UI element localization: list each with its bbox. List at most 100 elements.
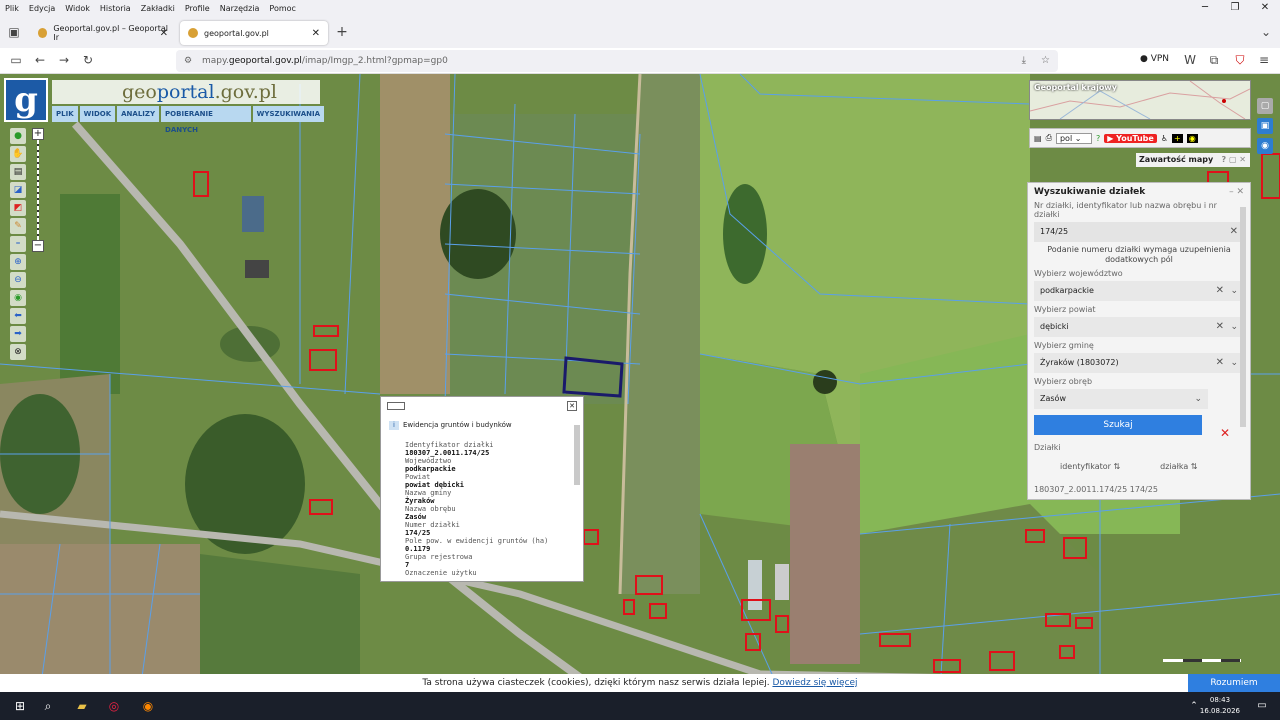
popup-minimize-icon[interactable] bbox=[387, 402, 405, 410]
geoportal-logo[interactable]: g geoportal.gov.pl PLIK WIDOK ANALIZY PO… bbox=[4, 78, 324, 134]
precinct-select[interactable]: Zasów ⌄ bbox=[1034, 389, 1208, 409]
map-viewport[interactable]: g geoportal.gov.pl PLIK WIDOK ANALIZY PO… bbox=[0, 74, 1280, 692]
zoom-slider[interactable]: + − bbox=[32, 128, 44, 258]
next-view-icon[interactable]: ➡ bbox=[10, 326, 26, 342]
site-info-icon[interactable]: ⚙ bbox=[184, 50, 192, 72]
side-eye-icon[interactable]: ◉ bbox=[1257, 138, 1273, 154]
chevron-down-icon[interactable]: ⌄ bbox=[1230, 317, 1238, 337]
voivodeship-select[interactable]: podkarpackie ✕ ⌄ bbox=[1034, 281, 1244, 301]
vpn-button[interactable]: ● VPN bbox=[1140, 54, 1169, 64]
menu-widok[interactable]: Widok bbox=[60, 4, 95, 13]
back-icon[interactable]: ← bbox=[32, 52, 48, 68]
menu-profile[interactable]: Profile bbox=[180, 4, 215, 13]
cookie-learn-more-link[interactable]: Dowiedz się więcej bbox=[772, 678, 857, 688]
side-button-2-icon[interactable]: ▣ bbox=[1257, 118, 1273, 134]
extensions-icon[interactable]: ⧉ bbox=[1206, 52, 1222, 68]
map-content-button[interactable]: Zawartość mapy ? ▢ ✕ bbox=[1136, 153, 1250, 167]
clear-commune-icon[interactable]: ✕ bbox=[1216, 353, 1224, 373]
bookmark-star-icon[interactable]: ☆ bbox=[1041, 50, 1050, 72]
zoom-track[interactable] bbox=[37, 140, 39, 240]
popup-close-icon[interactable]: ✕ bbox=[567, 401, 577, 411]
menu-narzedzia[interactable]: Narzędzia bbox=[215, 4, 265, 13]
menu-historia[interactable]: Historia bbox=[95, 4, 136, 13]
app-menu-icon[interactable]: ≡ bbox=[1256, 52, 1272, 68]
close-window-icon[interactable]: ✕ bbox=[1250, 0, 1280, 16]
full-extent-icon[interactable]: ⊗ bbox=[10, 344, 26, 360]
info-tool-icon[interactable]: ● bbox=[10, 128, 26, 144]
search-button[interactable]: Szukaj bbox=[1034, 415, 1202, 435]
url-bar[interactable]: ⚙ mapy.geoportal.gov.pl/imap/Imgp_2.html… bbox=[176, 50, 1058, 72]
cookie-accept-button[interactable]: Rozumiem bbox=[1188, 674, 1280, 692]
zoom-minus-icon[interactable]: − bbox=[32, 240, 44, 252]
chevron-down-icon[interactable]: ⌄ bbox=[1230, 353, 1238, 373]
restore-icon[interactable]: ❐ bbox=[1220, 0, 1250, 16]
search-icon[interactable]: ⌕ bbox=[38, 696, 58, 716]
search-panel-controls-icon[interactable]: – ✕ bbox=[1229, 187, 1244, 197]
accessibility-icon[interactable]: ♿ bbox=[1161, 134, 1168, 143]
menu-edycja[interactable]: Edycja bbox=[24, 4, 60, 13]
ruler-icon[interactable]: ═ bbox=[10, 236, 26, 252]
chevron-down-icon[interactable]: ⌄ bbox=[1194, 389, 1202, 409]
install-icon[interactable]: ⤓ bbox=[1022, 50, 1026, 72]
menu-zakladki[interactable]: Zakładki bbox=[136, 4, 180, 13]
menu-plik[interactable]: Plik bbox=[0, 4, 24, 13]
pan-hand-icon[interactable]: ✋ bbox=[10, 146, 26, 162]
close-tab-icon[interactable]: ✕ bbox=[312, 28, 320, 39]
zoom-plus-icon[interactable]: + bbox=[32, 128, 44, 140]
high-contrast-eye-icon[interactable]: ◉ bbox=[1186, 133, 1198, 143]
column-identifier[interactable]: identyfikator ⇅ bbox=[1060, 462, 1120, 471]
app-menu-wyszukiwania[interactable]: WYSZUKIWANIA bbox=[252, 106, 324, 122]
legend-icon[interactable]: ▤ bbox=[1034, 134, 1042, 143]
tab-geoportal-ir[interactable]: Geoportal.gov.pl – Geoportal Ir ✕ bbox=[30, 21, 176, 45]
app-menu-plik[interactable]: PLIK bbox=[52, 106, 78, 122]
chrome-icon[interactable]: ◎ bbox=[104, 696, 124, 716]
app-menu-pobieranie[interactable]: POBIERANIE DANYCH bbox=[161, 106, 251, 134]
overview-map[interactable]: Geoportal krajowy bbox=[1029, 80, 1251, 120]
measure-area-icon[interactable]: ◩ bbox=[10, 200, 26, 216]
result-row[interactable]: 180307_2.0011.174/25 174/25 bbox=[1034, 485, 1244, 494]
content-controls-icon[interactable]: ? ▢ ✕ bbox=[1222, 153, 1246, 167]
zoom-in-icon[interactable]: ⊕ bbox=[10, 254, 26, 270]
contrast-icon[interactable]: + bbox=[1172, 133, 1183, 143]
column-parcel[interactable]: działka ⇅ bbox=[1160, 462, 1197, 471]
tab-geoportal[interactable]: geoportal.gov.pl ✕ bbox=[180, 21, 328, 45]
select-icon[interactable]: ◪ bbox=[10, 182, 26, 198]
print-icon[interactable]: ⎙ bbox=[1046, 133, 1052, 143]
draw-pencil-icon[interactable]: ✎ bbox=[10, 218, 26, 234]
windows-start-icon[interactable]: ⊞ bbox=[10, 696, 30, 716]
firefox-icon[interactable]: ◉ bbox=[138, 696, 158, 716]
help-icon[interactable]: ? bbox=[1096, 134, 1100, 143]
shield-icon[interactable]: ⛉ bbox=[1232, 52, 1248, 68]
menu-pomoc[interactable]: Pomoc bbox=[264, 4, 301, 13]
clear-voivodeship-icon[interactable]: ✕ bbox=[1216, 281, 1224, 301]
clear-input-icon[interactable]: ✕ bbox=[1230, 222, 1238, 242]
previous-view-icon[interactable]: ⬅ bbox=[10, 308, 26, 324]
extension-w-icon[interactable]: W bbox=[1182, 52, 1198, 68]
zoom-out-icon[interactable]: ⊖ bbox=[10, 272, 26, 288]
reset-search-icon[interactable]: ✕ bbox=[1220, 426, 1230, 440]
language-select[interactable]: pol ⌄ bbox=[1055, 132, 1092, 144]
app-menu-analizy[interactable]: ANALIZY bbox=[117, 106, 160, 122]
reload-icon[interactable]: ↻ bbox=[80, 52, 96, 68]
minimize-icon[interactable]: ─ bbox=[1190, 0, 1220, 16]
system-clock[interactable]: 08:43 16.08.2026 bbox=[1200, 695, 1240, 717]
tab-overview-icon[interactable]: ▣ bbox=[6, 24, 22, 40]
new-tab-icon[interactable]: + bbox=[334, 24, 350, 40]
file-explorer-icon[interactable]: ▰ bbox=[72, 696, 92, 716]
notifications-icon[interactable]: ▭ bbox=[1252, 696, 1272, 716]
tab-list-icon[interactable]: ⌄ bbox=[1258, 24, 1274, 40]
search-panel-scrollbar[interactable] bbox=[1240, 201, 1246, 473]
sidebar-icon[interactable]: ▭ bbox=[8, 52, 24, 68]
app-menu-widok[interactable]: WIDOK bbox=[79, 106, 116, 122]
popup-scrollbar[interactable] bbox=[573, 415, 581, 579]
layers-icon[interactable]: ▤ bbox=[10, 164, 26, 180]
youtube-button[interactable]: ▶ YouTube bbox=[1104, 133, 1157, 143]
clear-county-icon[interactable]: ✕ bbox=[1216, 317, 1224, 337]
close-tab-icon[interactable]: ✕ bbox=[160, 28, 168, 39]
county-select[interactable]: dębicki ✕ ⌄ bbox=[1034, 317, 1244, 337]
forward-icon[interactable]: → bbox=[56, 52, 72, 68]
globe-icon[interactable]: ◉ bbox=[10, 290, 26, 306]
chevron-down-icon[interactable]: ⌄ bbox=[1230, 281, 1238, 301]
parcel-number-input[interactable]: 174/25 ✕ bbox=[1034, 222, 1244, 242]
side-button-1-icon[interactable]: ▢ bbox=[1257, 98, 1273, 114]
